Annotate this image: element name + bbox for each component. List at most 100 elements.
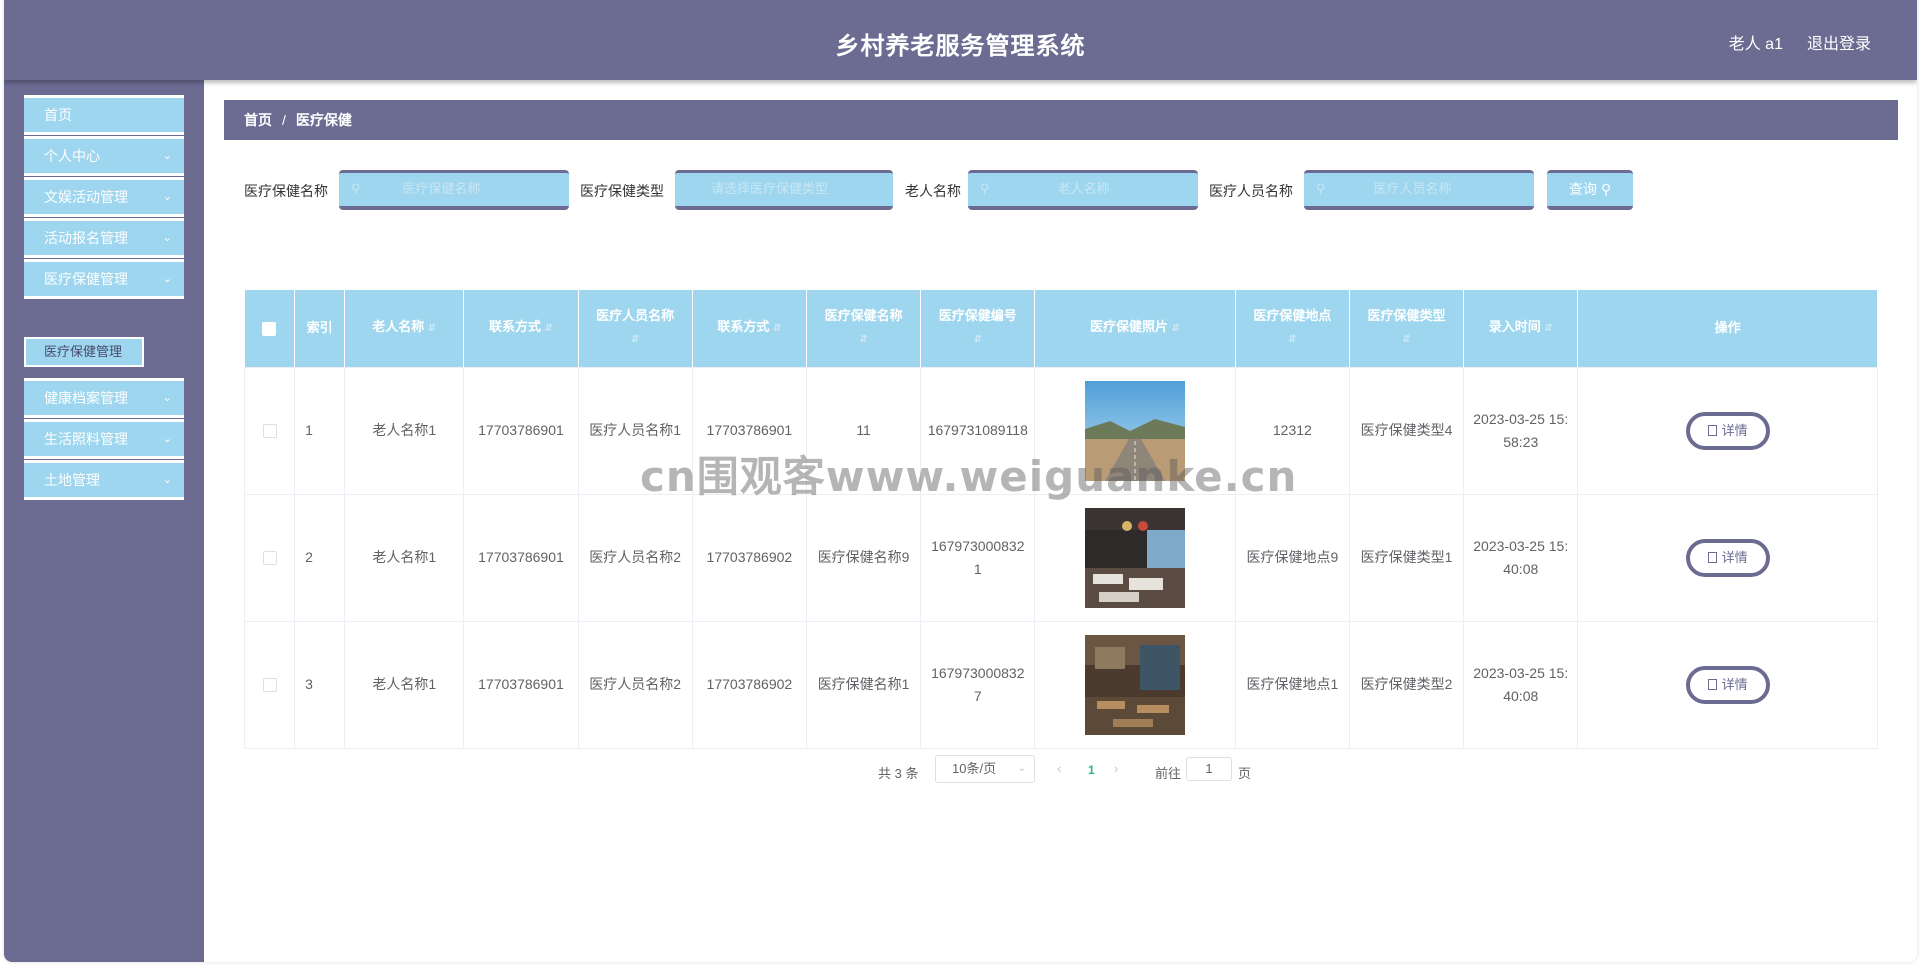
header-select-all[interactable] [244, 290, 296, 367]
cell-contact-2: 17703786902 [691, 493, 807, 622]
header-photo[interactable]: 医疗保健照片 ⇵ [1034, 290, 1236, 367]
filter-type-placeholder: 请选择医疗保健类型 [711, 181, 829, 196]
filter-type-select[interactable]: 请选择医疗保健类型 [675, 170, 893, 210]
filter-staff-input[interactable]: ⚲ 医疗人员名称 [1304, 170, 1534, 210]
cell-elder-name: 老人名称1 [344, 366, 465, 495]
filter-staff-label: 医疗人员名称 [1209, 183, 1293, 199]
cell-index: 2 [294, 493, 346, 622]
sort-icon[interactable]: ⇵ [1288, 334, 1296, 345]
logout-button[interactable]: 退出登录 [1807, 30, 1871, 54]
sort-icon[interactable]: ⇵ [859, 334, 867, 345]
header-label: 医疗保健照片 [1090, 319, 1169, 335]
sort-icon[interactable]: ⇵ [428, 323, 436, 334]
query-button-label: 查询 [1568, 181, 1597, 197]
sidebar-item-personal-center[interactable]: 个人中心 ⌄ [24, 136, 184, 176]
sidebar-subitem-healthcare[interactable]: 医疗保健管理 [24, 337, 144, 367]
cell-actions: 详情 [1577, 493, 1878, 622]
detail-button[interactable]: 详情 [1685, 411, 1770, 450]
detail-button-label: 详情 [1721, 676, 1748, 692]
sidebar-item-health-records[interactable]: 健康档案管理 ⌄ [24, 378, 184, 418]
header-care-code[interactable]: 医疗保健编号 ⇵ [920, 290, 1036, 367]
header-label: 医疗保健地点 [1253, 308, 1332, 324]
header-location[interactable]: 医疗保健地点 ⇵ [1235, 290, 1350, 367]
cell-contact-2: 17703786902 [691, 620, 807, 749]
current-user[interactable]: 老人 a1 [1729, 30, 1783, 54]
header-staff-name[interactable]: 医疗人员名称 ⇵ [578, 290, 693, 367]
cell-index: 3 [294, 620, 346, 749]
row-select[interactable] [243, 493, 296, 622]
sidebar-item-label: 首页 [44, 107, 72, 123]
checkbox[interactable] [262, 321, 277, 336]
header-contact-2[interactable]: 联系方式 ⇵ [692, 290, 807, 367]
row-select[interactable] [243, 620, 296, 749]
chevron-down-icon: ⌄ [162, 191, 172, 203]
header-label: 医疗保健类型 [1367, 308, 1446, 324]
sidebar-item-registration[interactable]: 活动报名管理 ⌄ [24, 218, 184, 258]
header-care-name[interactable]: 医疗保健名称 ⇵ [806, 290, 922, 367]
filter-type-label: 医疗保健类型 [580, 183, 664, 199]
checkbox[interactable] [262, 551, 277, 566]
query-button[interactable]: 查询 ⚲ [1547, 170, 1633, 210]
cell-entry-time: 2023-03-25 15:58:23 [1463, 366, 1579, 495]
sidebar-item-recreation[interactable]: 文娱活动管理 ⌄ [24, 177, 184, 217]
cell-location: 12312 [1234, 366, 1350, 495]
restaurant-interior-photo[interactable] [1085, 507, 1186, 608]
row-select[interactable] [243, 366, 296, 495]
chevron-down-icon: ⌄ [162, 232, 172, 244]
filter-staff-placeholder: 医疗人员名称 [1373, 181, 1452, 196]
table-row: 1 老人名称1 17703786901 医疗人员名称1 17703786901 … [243, 366, 1878, 495]
sidebar-item-label: 活动报名管理 [44, 230, 128, 246]
filter-name-input[interactable]: ⚲ 医疗保健名称 [339, 170, 569, 210]
header-elder-name[interactable]: 老人名称 ⇵ [344, 290, 465, 367]
app-title: 乡村养老服务管理系统 [835, 33, 1086, 60]
detail-button-label: 详情 [1721, 422, 1748, 438]
sidebar-item-daily-care[interactable]: 生活照料管理 ⌄ [24, 419, 184, 459]
header-contact[interactable]: 联系方式 ⇵ [463, 290, 579, 367]
page-size-value: 10条/页 [952, 761, 997, 776]
app-frame: 乡村养老服务管理系统 老人 a1 退出登录 首页 个人中心 ⌄ 文娱活动管理 ⌄ 活… [4, 0, 1917, 962]
pagination-total: 共 3 条 [878, 766, 919, 781]
chevron-down-icon: ⌄ [162, 273, 172, 285]
detail-button[interactable]: 详情 [1685, 665, 1770, 704]
road-landscape-photo[interactable] [1085, 380, 1186, 481]
sort-icon[interactable]: ⇵ [773, 323, 781, 334]
sidebar-item-healthcare[interactable]: 医疗保健管理 ⌄ [24, 259, 184, 299]
chevron-down-icon: ⌄ [162, 474, 172, 486]
cell-care-name: 11 [805, 366, 922, 495]
top-bar: 乡村养老服务管理系统 老人 a1 退出登录 [4, 0, 1917, 80]
cell-photo [1034, 620, 1236, 749]
cell-staff-name: 医疗人员名称2 [577, 493, 693, 622]
sort-icon[interactable]: ⇵ [1172, 323, 1180, 334]
sidebar-item-home[interactable]: 首页 [24, 95, 184, 135]
chevron-down-icon: ⌄ [1017, 763, 1026, 774]
sidebar-item-land[interactable]: 土地管理 ⌄ [24, 460, 184, 500]
header-label: 联系方式 [717, 319, 770, 335]
filter-elder-input[interactable]: ⚲ 老人名称 [968, 170, 1198, 210]
page-size-select[interactable]: 10条/页 ⌄ [935, 755, 1035, 783]
sort-icon[interactable]: ⇵ [974, 334, 982, 345]
cell-contact: 17703786901 [463, 493, 579, 622]
chevron-left-icon[interactable]: ‹ [1057, 761, 1061, 776]
chevron-down-icon: ⌄ [162, 433, 172, 445]
page-jump-input[interactable]: 1 [1186, 757, 1232, 781]
detail-button[interactable]: 详情 [1685, 538, 1770, 577]
chevron-right-icon[interactable]: › [1114, 761, 1118, 776]
header-care-type[interactable]: 医疗保健类型 ⇵ [1349, 290, 1465, 367]
search-icon: ⚲ [1600, 181, 1612, 197]
header-entry-time[interactable]: 录入时间 ⇵ [1463, 290, 1579, 367]
page-number-current[interactable]: 1 [1088, 763, 1095, 777]
cell-staff-name: 医疗人员名称2 [577, 620, 693, 749]
sidebar-item-label: 土地管理 [44, 472, 100, 488]
sort-icon[interactable]: ⇵ [1544, 323, 1552, 334]
breadcrumb-home[interactable]: 首页 [244, 112, 272, 128]
checkbox[interactable] [262, 424, 277, 439]
checkbox[interactable] [262, 678, 277, 693]
cell-entry-time: 2023-03-25 15:40:08 [1463, 620, 1579, 749]
sort-icon[interactable]: ⇵ [545, 323, 553, 334]
dining-room-photo[interactable] [1085, 634, 1186, 735]
header-label: 医疗人员名称 [596, 308, 675, 324]
sort-icon[interactable]: ⇵ [1402, 334, 1410, 345]
header-label: 医疗保健编号 [938, 308, 1017, 324]
cell-staff-name: 医疗人员名称1 [577, 366, 693, 495]
sort-icon[interactable]: ⇵ [631, 334, 639, 345]
